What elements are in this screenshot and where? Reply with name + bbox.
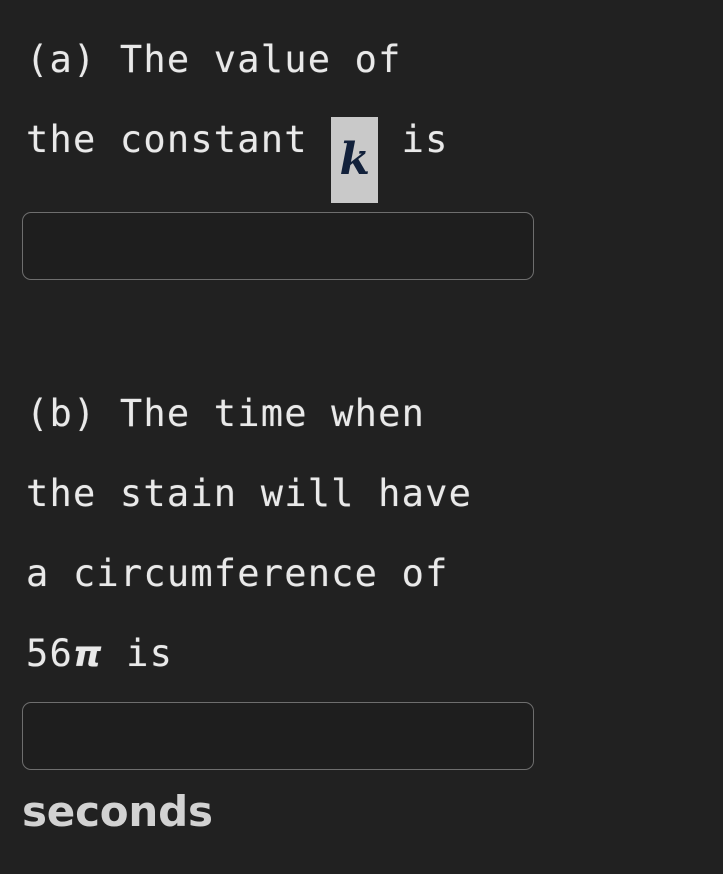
question-a-line-1: (a) The value of [26,38,402,81]
question-a-line-2-prefix: the constant [26,118,332,161]
question-page: (a) The value of the constant k is (b) T… [0,0,723,874]
math-constant-k: k [331,117,379,203]
question-part-a: (a) The value of the constant k is [0,20,723,203]
question-b-line-1: (b) The time when [26,392,426,435]
question-b-line-4-suffix: is [102,632,174,675]
question-a-line-2-suffix: is [378,118,449,161]
unit-label-seconds: seconds [22,787,213,836]
pi-symbol: π [72,634,103,675]
question-a-line-2: the constant k is [26,100,723,203]
question-b-line-4: 56π is [26,614,723,694]
question-b-line-3: a circumference of [26,552,449,595]
answer-input-a[interactable] [22,212,534,280]
question-b-text: (b) The time when the stain will have a … [0,374,723,694]
question-a-text: (a) The value of the constant k is [0,20,723,203]
question-b-line-4-prefix: 56 [26,632,73,675]
question-b-line-2: the stain will have [26,472,473,515]
question-part-b: (b) The time when the stain will have a … [0,374,723,694]
answer-input-b[interactable] [22,702,534,770]
